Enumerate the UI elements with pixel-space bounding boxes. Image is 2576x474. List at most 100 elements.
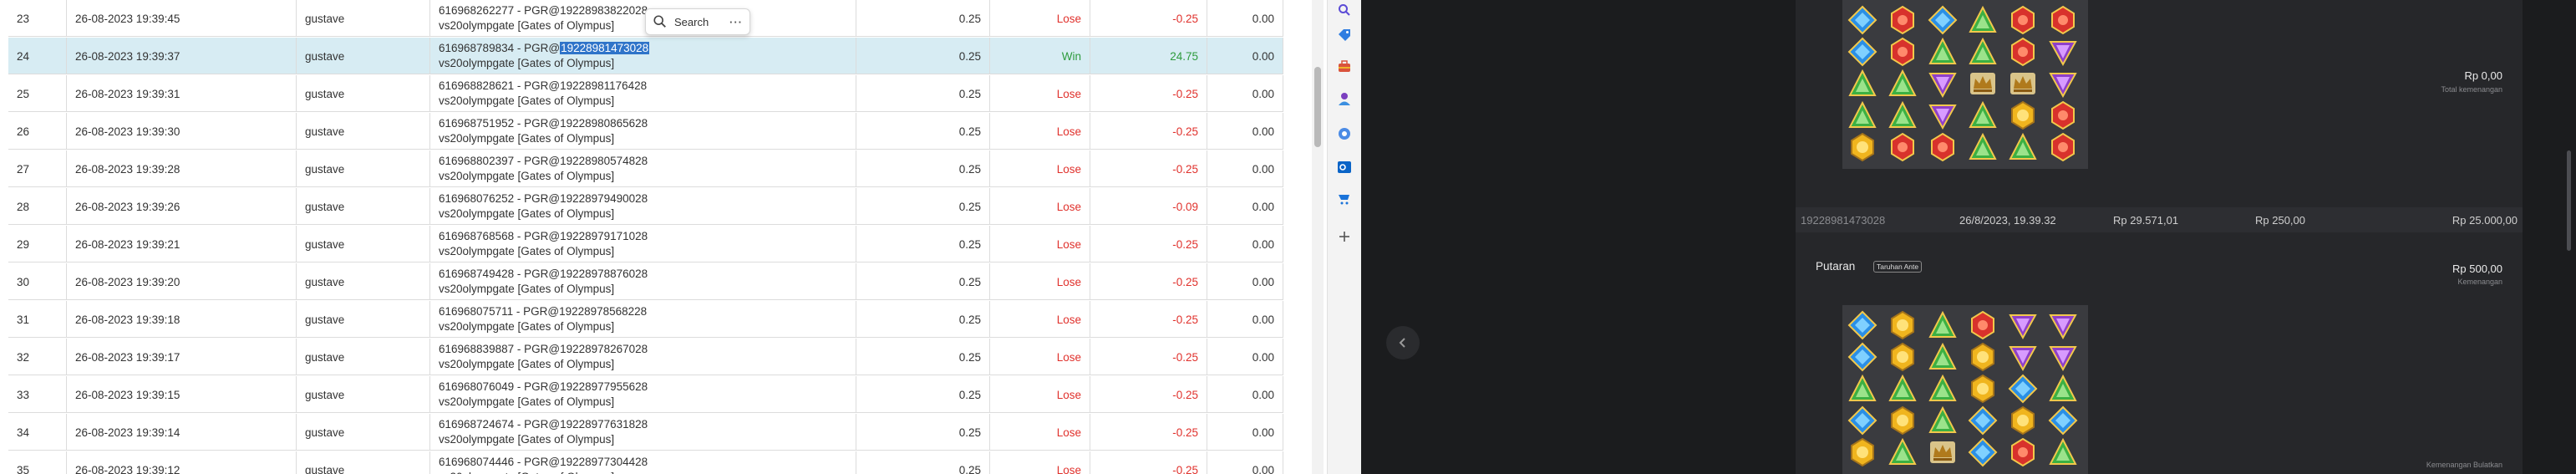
ref-code: 19228977955628 bbox=[560, 380, 648, 393]
slot-symbol-green bbox=[1847, 374, 1882, 405]
row-number: 29 bbox=[8, 226, 67, 262]
total-win-amount: Rp 0,00 bbox=[2464, 69, 2502, 82]
slot-symbol-red bbox=[1888, 37, 1923, 69]
slot-symbol-purple bbox=[2048, 310, 2083, 342]
game-name: vs20olympgate [Gates of Olympus] bbox=[439, 207, 615, 220]
slot-symbol-red bbox=[2008, 5, 2043, 37]
row-amount: -0.25 bbox=[1090, 113, 1207, 150]
search-icon[interactable] bbox=[1336, 2, 1353, 18]
slot-symbol-green bbox=[2008, 132, 2043, 164]
table-row[interactable]: 35 26-08-2023 19:39:12 gustave 616968074446… bbox=[8, 451, 1283, 474]
row-amount: -0.25 bbox=[1090, 263, 1207, 300]
slot-symbol-green bbox=[1968, 100, 2003, 132]
slot-symbol-green bbox=[1888, 69, 1923, 100]
slot-symbol-green bbox=[2048, 374, 2083, 405]
slot-symbol-yellow bbox=[1968, 374, 2003, 405]
round-bet: Rp 250,00 bbox=[2255, 214, 2305, 227]
ref-code: 19228978876028 bbox=[560, 268, 648, 280]
slot-symbol-green bbox=[2048, 437, 2083, 469]
ref-code: 19228981473028 bbox=[560, 42, 650, 54]
game-name: vs20olympgate [Gates of Olympus] bbox=[439, 245, 615, 257]
row-reference: 616968076049 - PGR@19228977955628 vs20oly… bbox=[430, 376, 856, 413]
table-row[interactable]: 27 26-08-2023 19:39:28 gustave 616968802397… bbox=[8, 150, 1283, 187]
row-amount: -0.25 bbox=[1090, 376, 1207, 413]
row-number: 34 bbox=[8, 414, 67, 451]
cart-icon[interactable] bbox=[1336, 191, 1353, 207]
person-icon[interactable] bbox=[1336, 90, 1353, 107]
tag-icon[interactable] bbox=[1336, 27, 1353, 43]
row-result: Lose bbox=[990, 414, 1090, 451]
table-row[interactable]: 29 26-08-2023 19:39:21 gustave 616968768568… bbox=[8, 226, 1283, 262]
row-username: gustave bbox=[297, 113, 430, 150]
table-row[interactable]: 30 26-08-2023 19:39:20 gustave 616968749428… bbox=[8, 263, 1283, 300]
row-bet: 0.25 bbox=[856, 150, 990, 187]
game-name: vs20olympgate [Gates of Olympus] bbox=[439, 94, 615, 107]
row-balance: 0.00 bbox=[1207, 226, 1283, 262]
slot-symbol-red bbox=[2008, 37, 2043, 69]
ref-prefix: 616968802397 - PGR@ bbox=[439, 155, 561, 167]
globe-icon[interactable] bbox=[1336, 125, 1353, 142]
row-bet: 0.25 bbox=[856, 376, 990, 413]
slot-symbol-green bbox=[1928, 342, 1963, 374]
slot-symbol-red bbox=[1888, 132, 1923, 164]
row-result: Lose bbox=[990, 263, 1090, 300]
row-username: gustave bbox=[297, 188, 430, 225]
row-result: Lose bbox=[990, 339, 1090, 375]
outlook-icon[interactable] bbox=[1336, 159, 1353, 176]
slot-symbol-green bbox=[1968, 5, 2003, 37]
slot-symbol-crown bbox=[1928, 437, 1963, 469]
table-row[interactable]: 31 26-08-2023 19:39:18 gustave 616968075711… bbox=[8, 301, 1283, 338]
row-number: 33 bbox=[8, 376, 67, 413]
row-balance: 0.00 bbox=[1207, 414, 1283, 451]
game-name: vs20olympgate [Gates of Olympus] bbox=[439, 170, 615, 182]
table-row[interactable]: 34 26-08-2023 19:39:14 gustave 616968724674… bbox=[8, 414, 1283, 451]
table-row[interactable]: 25 26-08-2023 19:39:31 gustave 616968828621… bbox=[8, 75, 1283, 112]
row-bet: 0.25 bbox=[856, 188, 990, 225]
total-win-label: Total kemenangan bbox=[2441, 85, 2502, 94]
slot-symbol-blue bbox=[2008, 374, 2043, 405]
slot-symbol-green bbox=[1888, 437, 1923, 469]
table-row[interactable]: 33 26-08-2023 19:39:15 gustave 616968076049… bbox=[8, 376, 1283, 413]
table-row[interactable]: 26 26-08-2023 19:39:30 gustave 616968751952… bbox=[8, 113, 1283, 150]
slot-symbol-blue bbox=[1968, 437, 2003, 469]
row-reference: 616968076252 - PGR@19228979490028 vs20oly… bbox=[430, 188, 856, 225]
more-options-button[interactable]: ··· bbox=[729, 16, 743, 28]
slot-symbol-purple bbox=[2008, 310, 2043, 342]
row-bet: 0.25 bbox=[856, 263, 990, 300]
round-win: Rp 25.000,00 bbox=[2452, 214, 2518, 227]
table-scrollbar-thumb[interactable] bbox=[1314, 67, 1321, 147]
game-scrollbar-thumb[interactable] bbox=[2567, 150, 2571, 251]
ref-prefix: 616968074446 - PGR@ bbox=[439, 456, 561, 468]
row-bet: 0.25 bbox=[856, 414, 990, 451]
briefcase-icon[interactable] bbox=[1336, 59, 1353, 75]
search-icon[interactable] bbox=[653, 14, 668, 29]
ref-code: 19228980574828 bbox=[560, 155, 648, 167]
ref-code: 19228978267028 bbox=[560, 343, 648, 355]
row-bet: 0.25 bbox=[856, 226, 990, 262]
slot-symbol-yellow bbox=[1888, 405, 1923, 437]
row-balance: 0.00 bbox=[1207, 339, 1283, 375]
round-datetime: 26/8/2023, 19.39.32 bbox=[1959, 214, 2056, 227]
row-reference: 616968751952 - PGR@19228980865628 vs20oly… bbox=[430, 113, 856, 150]
slot-symbol-blue bbox=[1968, 405, 2003, 437]
row-result: Lose bbox=[990, 376, 1090, 413]
slot-symbol-purple bbox=[2008, 342, 2043, 374]
previous-arrow-button[interactable] bbox=[1386, 326, 1420, 359]
row-balance: 0.00 bbox=[1207, 150, 1283, 187]
table-row[interactable]: 24 26-08-2023 19:39:37 gustave 616968789834… bbox=[8, 38, 1283, 74]
slot-symbol-red bbox=[1968, 310, 2003, 342]
slot-symbol-blue bbox=[1847, 342, 1882, 374]
search-selection-button[interactable]: Search bbox=[674, 16, 729, 28]
table-row[interactable]: 28 26-08-2023 19:39:26 gustave 616968076252… bbox=[8, 188, 1283, 225]
slot-symbol-blue bbox=[1847, 310, 1882, 342]
plus-icon[interactable] bbox=[1336, 228, 1353, 245]
ref-prefix: 616968724674 - PGR@ bbox=[439, 418, 561, 431]
game-name: vs20olympgate [Gates of Olympus] bbox=[439, 395, 615, 408]
row-balance: 0.00 bbox=[1207, 75, 1283, 112]
ref-prefix: 616968768568 - PGR@ bbox=[439, 230, 561, 242]
slot-symbol-green bbox=[1888, 100, 1923, 132]
row-reference: 616968074446 - PGR@19228977304428 vs20oly… bbox=[430, 451, 856, 474]
table-row[interactable]: 32 26-08-2023 19:39:17 gustave 616968839887… bbox=[8, 339, 1283, 375]
row-number: 32 bbox=[8, 339, 67, 375]
round-id: 19228981473028 bbox=[1801, 214, 1886, 227]
